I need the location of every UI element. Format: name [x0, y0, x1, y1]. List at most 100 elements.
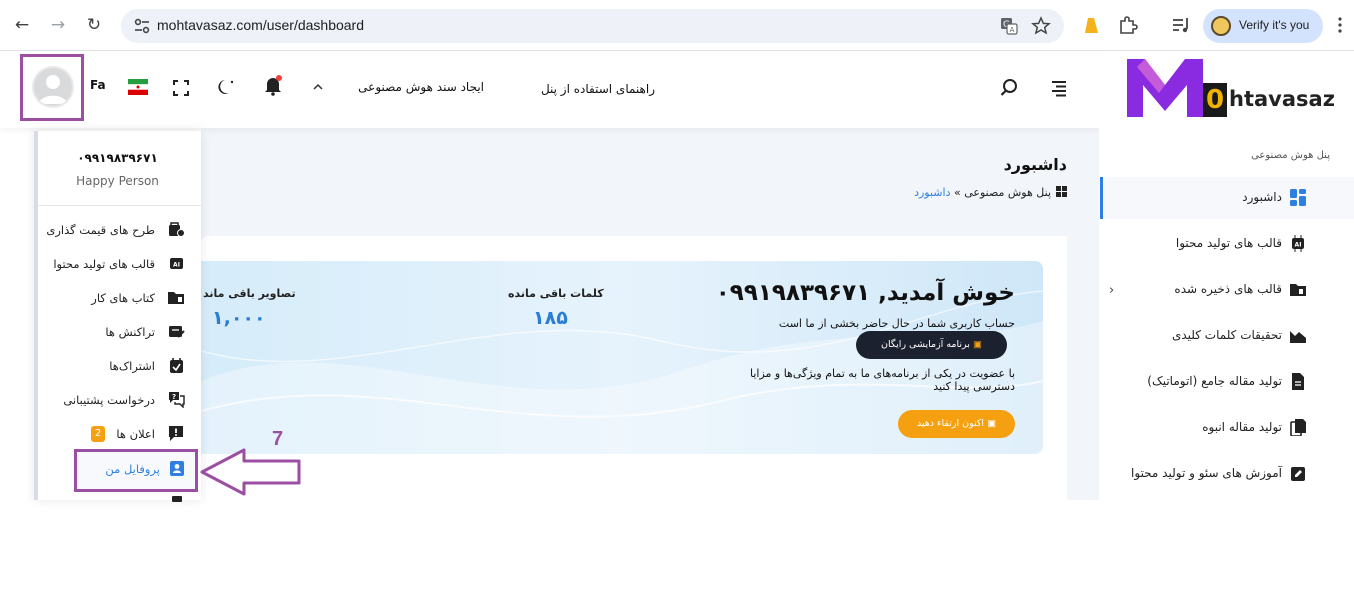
dropdown-divider	[38, 205, 201, 206]
profile-verify-button[interactable]: Verify it's you	[1203, 9, 1323, 43]
language-switch[interactable]: Fa	[90, 78, 106, 92]
gift-icon: ▣	[972, 339, 982, 350]
iran-flag-icon[interactable]	[128, 79, 148, 95]
page-title: داشبورد	[1003, 155, 1067, 174]
chart-icon	[1290, 331, 1306, 343]
sidebar-section-title: پنل هوش مصنوعی	[1251, 150, 1330, 161]
sidebar-item-content-templates[interactable]: AI قالب های تولید محتوا	[1100, 223, 1354, 265]
free-trial-button[interactable]: ▣ برنامه آزمایشی رایگان	[856, 331, 1007, 359]
browser-menu-icon[interactable]	[1337, 15, 1343, 35]
sidebar-item-saved-templates[interactable]: قالب های ذخیره شده	[1100, 269, 1354, 311]
upgrade-text-line2: دسترسی پیدا کنید	[933, 380, 1015, 393]
sidebar-item-full-article[interactable]: تولید مقاله جامع (اتوماتیک)	[1100, 361, 1354, 403]
translate-icon[interactable]: G A	[999, 16, 1019, 36]
dark-mode-moon-icon[interactable]	[216, 77, 236, 97]
upgrade-icon: ▣	[987, 418, 997, 429]
sidebar-item-label: تحقیقات کلمات کلیدی	[1171, 328, 1282, 342]
submenu-chevron-icon[interactable]: ›	[1109, 283, 1114, 298]
notification-bell-icon[interactable]	[262, 74, 284, 96]
reload-icon[interactable]: ↻	[82, 13, 106, 37]
words-remaining-value: ۱۸۵	[533, 307, 568, 329]
free-trial-label: برنامه آزمایشی رایگان	[881, 339, 970, 350]
menu-item-label: اشتراک‌ها	[109, 359, 155, 373]
welcome-title: خوش آمدید, ۰۹۹۱۹۸۳۹۶۷۱	[715, 280, 1015, 306]
breadcrumb-grid-icon	[1056, 186, 1067, 197]
sidebar-item-seo-tutorials[interactable]: آموزش های سئو و تولید محتوا	[1100, 453, 1354, 495]
menu-item-label: درخواست پشتیبانی	[63, 393, 155, 407]
images-remaining-value: ۱,۰۰۰	[212, 307, 266, 329]
sidebar-item-label: آموزش های سئو و تولید محتوا	[1131, 466, 1282, 480]
back-icon[interactable]: ←	[10, 13, 34, 37]
menu-item-pricing[interactable]: طرح های قیمت گذاری	[38, 215, 201, 245]
images-remaining-label: تصاویر باقی ماند	[203, 287, 296, 300]
user-avatar-button[interactable]	[20, 54, 84, 121]
menu-item-label: قالب های تولید محتوا	[53, 257, 155, 271]
breadcrumb-current: داشبورد	[914, 186, 951, 199]
sidebar-item-keyword-research[interactable]: تحقیقات کلمات کلیدی	[1100, 315, 1354, 357]
breadcrumb: پنل هوش مصنوعی » داشبورد	[914, 186, 1067, 199]
breadcrumb-root[interactable]: پنل هوش مصنوعی	[964, 186, 1051, 199]
user-silhouette-icon	[39, 75, 67, 104]
menu-item-support[interactable]: ? درخواست پشتیبانی	[38, 385, 201, 415]
guide-link[interactable]: راهنمای استفاده از پنل	[541, 82, 655, 96]
url-text[interactable]: mohtavasaz.com/user/dashboard	[157, 17, 364, 33]
ai-chip-icon: AI	[170, 258, 183, 269]
sidebar-item-label: تولید مقاله انبوه	[1202, 420, 1282, 434]
svg-text:AI: AI	[173, 262, 180, 269]
breadcrumb-separator: »	[953, 186, 961, 199]
notification-count-badge: 2	[91, 426, 105, 442]
browser-toolbar: ← → ↻ mohtavasaz.com/user/dashboard G A	[0, 0, 1354, 51]
upgrade-now-label: اکنون ارتقاء دهید	[916, 418, 985, 429]
dashboard-icon	[1290, 189, 1306, 206]
menu-item-workbooks[interactable]: کتاب های کار	[38, 283, 201, 313]
verify-label: Verify it's you	[1239, 18, 1310, 32]
svg-text:A: A	[1010, 26, 1015, 34]
menu-item-notifications[interactable]: اعلان ها	[38, 419, 201, 449]
site-settings-icon[interactable]	[133, 17, 151, 35]
bookmark-star-icon[interactable]	[1031, 16, 1051, 36]
media-queue-icon[interactable]	[1170, 14, 1192, 36]
screenshot: ← → ↻ mohtavasaz.com/user/dashboard G A	[0, 0, 1354, 594]
upgrade-now-button[interactable]: ▣ اکنون ارتقاء دهید	[898, 410, 1015, 438]
menu-item-label: کتاب های کار	[91, 291, 155, 305]
extension-icon[interactable]	[1080, 14, 1102, 36]
address-bar[interactable]: mohtavasaz.com/user/dashboard G A	[121, 9, 1064, 43]
site-logo[interactable]: 0 htavasaz	[1125, 57, 1335, 119]
fullscreen-icon[interactable]	[171, 78, 191, 98]
account-status-text: حساب کاربری شما در حال حاضر بخشی از ما ا…	[778, 317, 1015, 330]
documents-icon	[1290, 419, 1306, 436]
next-item-icon-partial	[172, 496, 182, 502]
menu-item-label: اعلان ها	[116, 427, 155, 441]
pricing-icon	[169, 222, 185, 237]
folder-icon	[1290, 284, 1306, 296]
sidebar-item-label: تولید مقاله جامع (اتوماتیک)	[1147, 374, 1282, 388]
edit-icon	[1291, 467, 1305, 481]
menu-item-my-profile[interactable]: پروفایل من	[74, 449, 198, 492]
search-icon[interactable]	[999, 78, 1019, 98]
user-phone: ۰۹۹۱۹۸۳۹۶۷۱	[77, 151, 158, 165]
upgrade-text-line1: با عضویت در یکی از برنامه‌های ما به تمام…	[749, 367, 1015, 380]
words-remaining-label: کلمات باقی مانده	[508, 287, 604, 300]
my-profile-label: پروفایل من	[105, 462, 160, 476]
chevron-up-icon[interactable]	[311, 80, 325, 94]
menu-item-label: تراکنش ها	[105, 325, 155, 339]
menu-item-content-templates[interactable]: AI قالب های تولید محتوا	[38, 249, 201, 279]
ai-doc-menu[interactable]: ایجاد سند هوش مصنوعی	[358, 80, 484, 94]
puzzle-extensions-icon[interactable]	[1117, 14, 1139, 36]
transaction-icon	[169, 326, 185, 338]
menu-toggle-icon[interactable]	[1049, 78, 1069, 98]
menu-item-transactions[interactable]: تراکنش ها	[38, 317, 201, 347]
alert-icon	[169, 426, 183, 441]
sidebar-item-bulk-article[interactable]: تولید مقاله انبوه	[1100, 407, 1354, 449]
menu-item-label: طرح های قیمت گذاری	[46, 223, 155, 237]
user-name: Happy Person	[76, 174, 159, 188]
sidebar-item-label: داشبورد	[1242, 190, 1282, 204]
sidebar-item-dashboard[interactable]: داشبورد	[1100, 177, 1354, 219]
logo-text: htavasaz	[1229, 87, 1335, 111]
forward-icon[interactable]: →	[46, 13, 70, 37]
avatar	[32, 66, 74, 108]
logo-o: 0	[1203, 83, 1227, 117]
annotation-arrow-icon	[200, 448, 301, 496]
menu-item-subscriptions[interactable]: اشتراک‌ها	[38, 351, 201, 381]
sidebar-item-label: قالب های تولید محتوا	[1175, 236, 1282, 250]
